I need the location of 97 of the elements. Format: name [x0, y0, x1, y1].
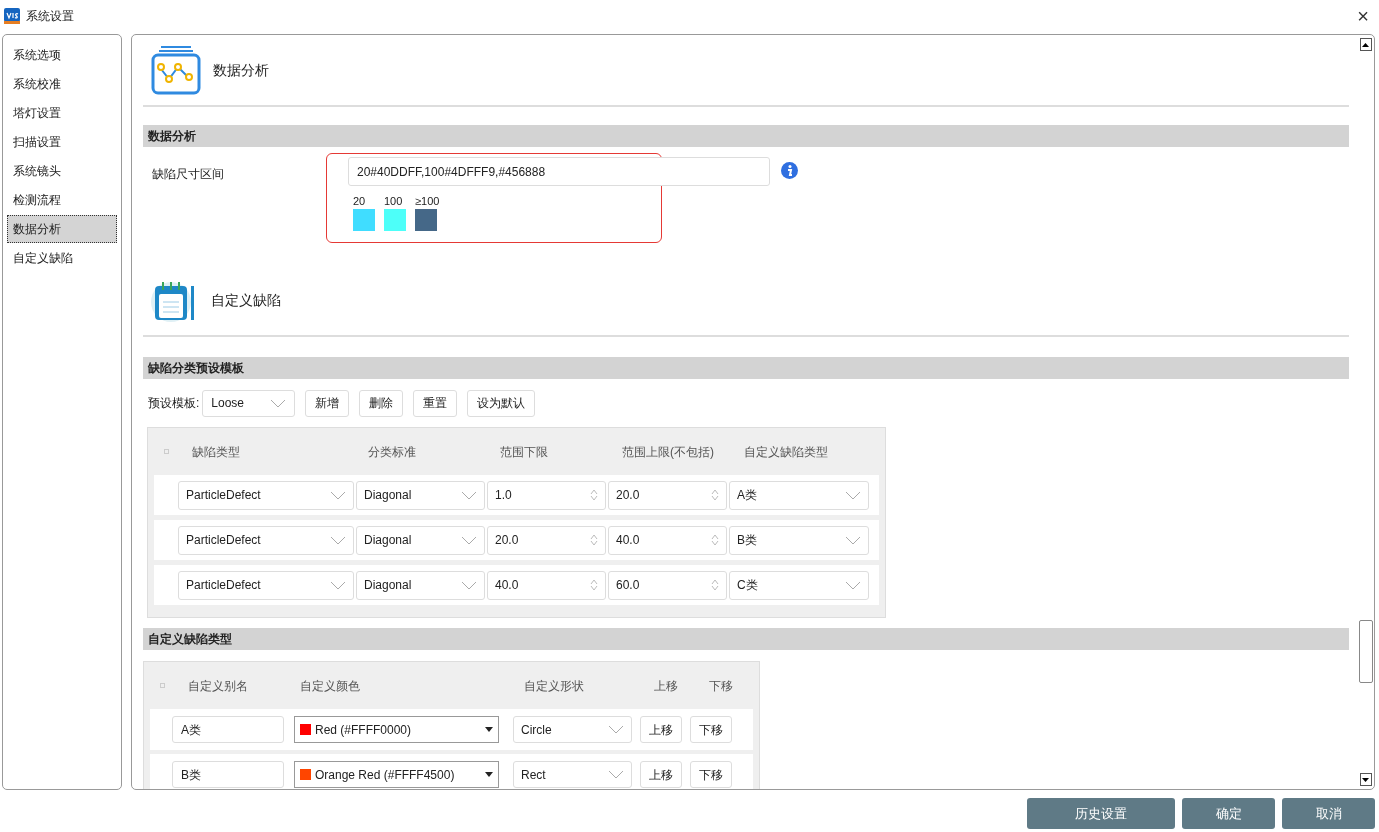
table-row[interactable]: ParticleDefect Diagonal 40.0 60.0 C类	[154, 565, 879, 605]
field-label: 缺陷尺寸区间	[151, 166, 225, 183]
sidebar-item[interactable]: 数据分析	[7, 215, 117, 243]
toolbar-button[interactable]: 重置	[413, 389, 458, 417]
sidebar-item[interactable]: 塔灯设置	[7, 99, 117, 127]
chart-board-icon	[151, 45, 201, 95]
sidebar-item[interactable]: 系统镜头	[7, 157, 117, 185]
spinner-icon	[711, 489, 719, 501]
app-logo-icon	[4, 8, 20, 24]
move-down-button[interactable]: 下移	[690, 716, 732, 743]
dropdown[interactable]: B类	[729, 525, 869, 555]
window-title: 系统设置	[26, 8, 74, 25]
close-button[interactable]: ×	[1351, 6, 1375, 26]
section-header: 缺陷分类预设模板	[143, 357, 1349, 379]
size-range-field[interactable]: 20#40DDFF,100#4DFFF9,#456888	[348, 157, 770, 186]
spinner-icon	[590, 579, 598, 591]
sidebar-item[interactable]: 扫描设置	[7, 128, 117, 156]
move-up-button[interactable]: 上移	[640, 716, 682, 743]
scroll-thumb[interactable]	[1358, 620, 1373, 683]
sidebar-item[interactable]: 自定义缺陷	[7, 244, 117, 272]
dropdown[interactable]: Diagonal	[356, 525, 485, 555]
color-dropdown[interactable]: Red (#FFFF0000)	[294, 716, 499, 743]
dropdown[interactable]: ParticleDefect	[178, 570, 354, 600]
template-dropdown[interactable]: Loose	[202, 389, 296, 417]
toolbar-button[interactable]: 新增	[305, 389, 350, 417]
color-dropdown[interactable]: Orange Red (#FFFF4500)	[294, 761, 499, 788]
dropdown[interactable]: C类	[729, 570, 869, 600]
column-header: 范围上限(不包括)	[622, 444, 714, 459]
spinner-icon	[711, 579, 719, 591]
table-row[interactable]: B类 Orange Red (#FFFF4500) Rect 上移 下移	[150, 754, 753, 789]
spinner-icon	[711, 534, 719, 546]
chevron-down-icon	[330, 535, 346, 545]
chevron-down-icon	[845, 535, 861, 545]
row-header-icon	[163, 449, 169, 454]
column-header: 自定义颜色	[300, 678, 360, 693]
chevron-down-icon	[270, 398, 287, 408]
section-title: 自定义缺陷	[211, 290, 281, 310]
dropdown-arrow-icon	[485, 772, 493, 777]
alias-field[interactable]: B类	[172, 761, 284, 788]
row-header-icon	[159, 683, 165, 688]
shape-dropdown[interactable]: Rect	[513, 761, 632, 788]
table-row[interactable]: ParticleDefect Diagonal 20.0 40.0 B类	[154, 520, 879, 560]
column-header: 下移	[709, 678, 733, 693]
column-header: 自定义别名	[188, 678, 248, 693]
footer-button[interactable]: 确定	[1182, 798, 1275, 829]
chevron-down-icon	[608, 725, 624, 734]
template-label: 预设模板:	[148, 395, 200, 412]
column-header: 自定义缺陷类型	[744, 444, 828, 459]
sidebar-item[interactable]: 系统选项	[7, 41, 117, 69]
column-header: 分类标准	[368, 444, 416, 459]
toolbar-button[interactable]: 删除	[359, 389, 404, 417]
scroll-up-icon[interactable]	[1359, 38, 1372, 51]
sidebar-item[interactable]: 系统校准	[7, 70, 117, 98]
number-field[interactable]: 40.0	[487, 570, 606, 600]
move-up-button[interactable]: 上移	[640, 761, 682, 788]
dropdown[interactable]: A类	[729, 480, 869, 510]
dropdown-arrow-icon	[485, 727, 493, 732]
dropdown[interactable]: ParticleDefect	[178, 480, 354, 510]
footer-button[interactable]: 取消	[1282, 798, 1375, 829]
number-field[interactable]: 40.0	[608, 525, 727, 555]
section-title: 数据分析	[213, 60, 269, 80]
swatch-label: ≥100	[415, 194, 440, 208]
shape-dropdown[interactable]: Circle	[513, 716, 632, 743]
chevron-down-icon	[608, 770, 624, 779]
chevron-down-icon	[330, 490, 346, 500]
spinner-icon	[590, 489, 598, 501]
column-header: 上移	[654, 678, 678, 693]
dropdown[interactable]: Diagonal	[356, 480, 485, 510]
chevron-down-icon	[461, 535, 477, 545]
dropdown[interactable]: Diagonal	[356, 570, 485, 600]
toolbar-button[interactable]: 设为默认	[467, 389, 536, 417]
swatch-label: 20	[353, 194, 366, 208]
dropdown[interactable]: ParticleDefect	[178, 525, 354, 555]
move-down-button[interactable]: 下移	[690, 761, 732, 788]
chevron-down-icon	[845, 490, 861, 500]
table-row[interactable]: A类 Red (#FFFF0000) Circle 上移 下移	[150, 709, 753, 750]
number-field[interactable]: 60.0	[608, 570, 727, 600]
chevron-down-icon	[461, 490, 477, 500]
column-header: 自定义形状	[524, 678, 584, 693]
chevron-down-icon	[461, 580, 477, 590]
column-header: 缺陷类型	[192, 444, 240, 459]
footer-button[interactable]: 历史设置	[1027, 798, 1175, 829]
column-header: 范围下限	[500, 444, 548, 459]
spinner-icon	[590, 534, 598, 546]
alias-field[interactable]: A类	[172, 716, 284, 743]
section-header: 数据分析	[143, 125, 1349, 147]
chevron-down-icon	[330, 580, 346, 590]
chevron-down-icon	[845, 580, 861, 590]
scroll-down-icon[interactable]	[1359, 773, 1372, 786]
number-field[interactable]: 20.0	[487, 525, 606, 555]
section-header: 自定义缺陷类型	[143, 628, 1349, 650]
sidebar-item[interactable]: 检测流程	[7, 186, 117, 214]
number-field[interactable]: 1.0	[487, 480, 606, 510]
table-row[interactable]: ParticleDefect Diagonal 1.0 20.0 A类	[154, 475, 879, 515]
number-field[interactable]: 20.0	[608, 480, 727, 510]
swatch-label: 100	[384, 194, 403, 208]
info-icon[interactable]	[781, 162, 798, 179]
